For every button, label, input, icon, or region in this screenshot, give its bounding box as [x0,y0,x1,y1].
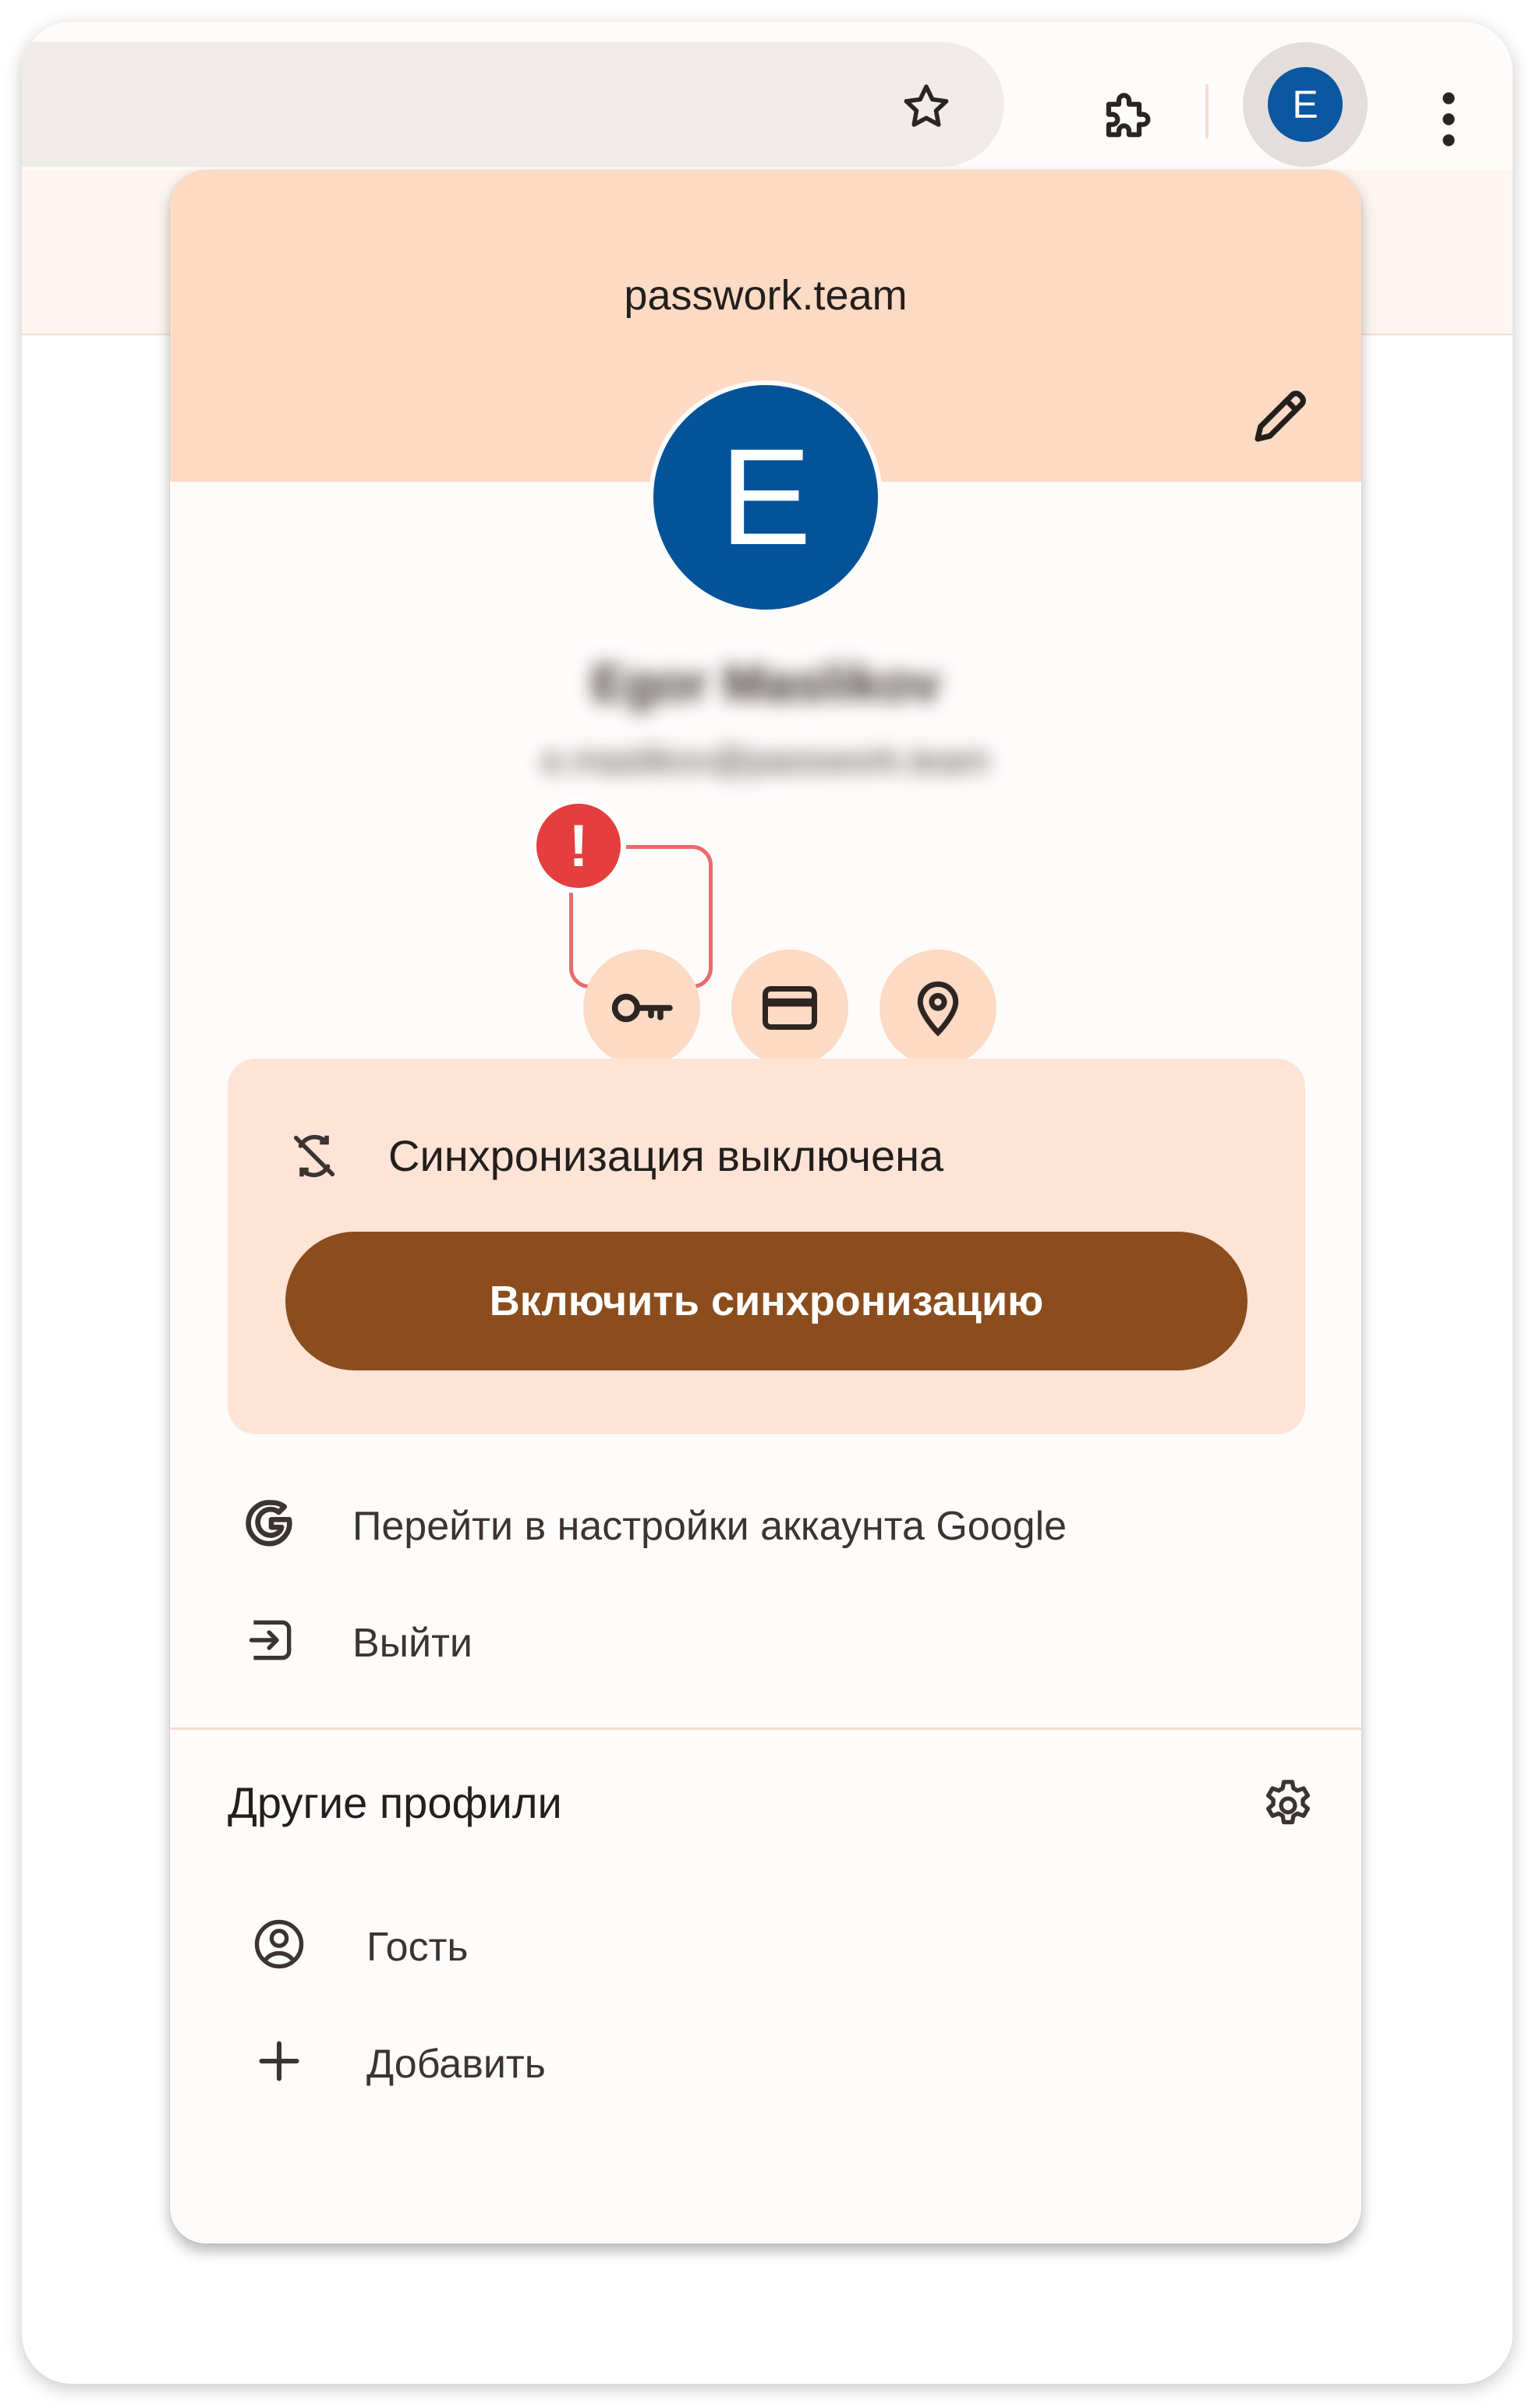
location-pin-icon [917,981,959,1037]
panel-title: passwork.team [624,272,908,319]
browser-window: E passwork.team E Egor Maslikov e.maslik… [22,22,1513,2384]
section-divider [170,1727,1361,1730]
guest-profile-item[interactable]: Гость [170,1897,1361,1991]
credit-card-icon [763,986,817,1030]
guest-icon [251,1916,307,1972]
logout-icon [243,1612,299,1668]
user-email: e.maslikov@passwork.team [542,740,989,780]
pencil-icon[interactable] [1246,380,1316,451]
profile-menu-panel: passwork.team E Egor Maslikov e.maslikov… [170,170,1361,2244]
enable-sync-button[interactable]: Включить синхронизацию [285,1232,1248,1370]
puzzle-icon[interactable] [1090,78,1168,156]
gear-icon[interactable] [1258,1776,1318,1835]
add-profile-label: Добавить [366,2042,546,2087]
browser-toolbar: E [22,22,1513,170]
passwords-button[interactable] [583,949,700,1066]
payment-methods-button[interactable] [731,949,848,1066]
guest-label: Гость [366,1925,469,1970]
sync-off-icon [287,1129,342,1183]
google-account-label: Перейти в настройки аккаунта Google [352,1504,1067,1549]
plus-icon [251,2033,307,2089]
other-profiles-title: Другие профили [228,1778,562,1827]
sync-status: Синхронизация выключена [388,1131,944,1180]
profile-button[interactable]: E [1243,42,1368,167]
addresses-button[interactable] [879,949,996,1066]
toolbar-separator [1205,84,1209,139]
alert-badge: ! [531,798,626,893]
star-icon[interactable] [887,69,965,147]
logout-label: Выйти [352,1621,472,1666]
three-dots-vertical-icon[interactable] [1425,80,1472,158]
sync-card: Синхронизация выключена Включить синхрон… [228,1059,1305,1434]
logout-item[interactable]: Выйти [170,1593,1361,1687]
avatar: E [1268,67,1343,142]
address-bar[interactable] [22,42,1004,167]
google-icon [243,1495,299,1551]
add-profile-item[interactable]: Добавить [170,2014,1361,2108]
google-account-settings-item[interactable]: Перейти в настройки аккаунта Google [170,1476,1361,1570]
profile-avatar: E [649,380,883,614]
key-icon [611,993,673,1023]
user-name: Egor Maslikov [591,654,940,712]
